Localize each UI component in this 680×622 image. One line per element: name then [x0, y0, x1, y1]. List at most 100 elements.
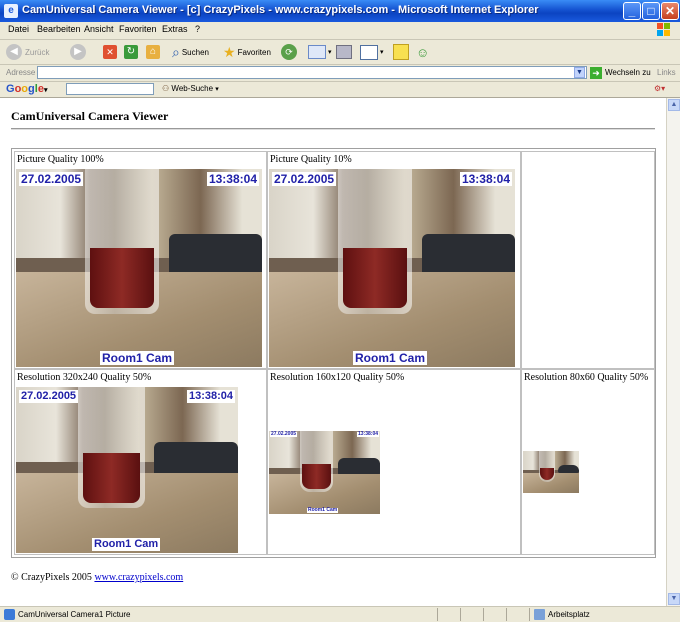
toolbar: ◀ Zurück ▶ ✕ ↻ ⌂ ⌕ Suchen ★ Favoriten ⟳ … — [0, 40, 680, 65]
refresh-button[interactable]: ↻ — [124, 43, 138, 61]
cam-date: 27.02.2005 — [270, 431, 298, 437]
cam-room: Room1 Cam — [307, 507, 339, 513]
forward-arrow-icon: ▶ — [70, 44, 86, 60]
google-search-input[interactable] — [66, 83, 154, 95]
home-icon: ⌂ — [146, 45, 160, 59]
stop-button[interactable]: ✕ — [103, 43, 117, 61]
note-icon — [393, 44, 409, 60]
camera-cell: Resolution 320x240 Quality 50% 27.02.200… — [14, 369, 267, 555]
notes-button[interactable] — [393, 43, 409, 61]
cam-time: 13:38:04 — [186, 390, 235, 403]
address-input[interactable] — [37, 66, 587, 79]
close-button[interactable]: ✕ — [661, 2, 679, 20]
scroll-down-icon[interactable]: ▼ — [668, 593, 680, 605]
camera-cell: Resolution 80x60 Quality 50% — [521, 369, 655, 555]
computer-icon — [534, 609, 545, 620]
go-button[interactable]: Wechseln zu — [605, 68, 651, 77]
forward-button[interactable]: ▶ — [70, 43, 86, 61]
print-icon — [336, 45, 352, 59]
page-content: CamUniversal Camera Viewer Picture Quali… — [0, 98, 666, 606]
ie-icon: e — [4, 4, 18, 18]
maximize-button[interactable]: □ — [642, 2, 660, 20]
status-divider — [483, 608, 484, 621]
back-label: Zurück — [25, 47, 50, 57]
menu-bearbeiten[interactable]: Bearbeiten — [37, 24, 81, 34]
binoculars-icon: ⚇ — [162, 84, 170, 93]
mail-dropdown-icon: ▾ — [328, 49, 332, 56]
page-title: CamUniversal Camera Viewer — [11, 109, 169, 123]
minimize-button[interactable]: _ — [623, 2, 641, 20]
back-button[interactable]: ◀ Zurück — [6, 43, 49, 61]
website-link[interactable]: www.crazypixels.com — [94, 572, 183, 583]
cam-date: 27.02.2005 — [272, 172, 337, 186]
messenger-button[interactable]: ☺ — [416, 43, 429, 61]
camera-cell: Resolution 160x120 Quality 50% 27.02.200… — [267, 369, 521, 555]
web-search-label: Web-Suche — [171, 84, 214, 93]
cam-date: 27.02.2005 — [19, 172, 84, 186]
address-label: Adresse — [6, 68, 36, 77]
edit-dropdown-icon: ▾ — [380, 49, 384, 56]
search-button[interactable]: ⌕ Suchen — [172, 43, 209, 61]
menu-help[interactable]: ? — [195, 24, 200, 34]
camera-table: Picture Quality 100% 27.02.2005 13:38:04… — [11, 148, 656, 558]
address-dropdown-icon[interactable]: ▼ — [574, 67, 585, 78]
back-arrow-icon: ◀ — [6, 44, 22, 60]
camera-cell: Picture Quality 10% 27.02.2005 13:38:04 … — [267, 151, 521, 369]
cell-label: Resolution 320x240 Quality 50% — [17, 372, 152, 383]
browser-window: e CamUniversal Camera Viewer - [c] Crazy… — [0, 0, 680, 622]
stop-icon: ✕ — [103, 45, 117, 59]
google-toolbar: Google▾ ⚇ Web-Suche ▾ ⚙▾ — [0, 82, 680, 98]
empty-cell — [521, 151, 655, 369]
history-button[interactable]: ⟳ — [281, 43, 297, 61]
google-options-icon[interactable]: ⚙▾ — [654, 84, 665, 93]
page-icon — [4, 609, 15, 620]
messenger-icon: ☺ — [416, 44, 430, 60]
window-title: CamUniversal Camera Viewer - [c] CrazyPi… — [22, 4, 539, 16]
history-icon: ⟳ — [281, 44, 297, 60]
camera-cell: Picture Quality 100% 27.02.2005 13:38:04… — [14, 151, 267, 369]
copyright-text: © CrazyPixels 2005 — [11, 572, 92, 583]
cam-room: Room1 Cam — [92, 538, 161, 551]
title-bar[interactable]: e CamUniversal Camera Viewer - [c] Crazy… — [0, 0, 680, 22]
menu-favoriten[interactable]: Favoriten — [119, 24, 157, 34]
go-arrow-icon[interactable]: ➜ — [590, 67, 602, 79]
mail-icon — [308, 45, 326, 59]
web-search-dropdown-icon: ▾ — [215, 86, 219, 93]
edit-icon — [360, 44, 378, 60]
scroll-up-icon[interactable]: ▲ — [668, 99, 680, 111]
mail-button[interactable]: ▾ — [308, 43, 332, 61]
camera-image: 27.02.2005 13:38:04 Room1 Cam — [16, 169, 262, 367]
camera-image: 27.02.2005 13:38:04 Room1 Cam — [269, 169, 515, 367]
star-icon: ★ — [223, 43, 236, 60]
refresh-icon: ↻ — [124, 45, 138, 59]
web-search-button[interactable]: ⚇ Web-Suche ▾ — [162, 84, 219, 93]
menu-extras[interactable]: Extras — [162, 24, 188, 34]
cam-room: Room1 Cam — [100, 351, 175, 365]
cell-label: Resolution 160x120 Quality 50% — [270, 372, 405, 383]
home-button[interactable]: ⌂ — [146, 43, 160, 61]
edit-button[interactable]: ▾ — [360, 43, 384, 61]
google-logo[interactable]: Google▾ — [6, 83, 47, 95]
cell-label: Picture Quality 10% — [270, 154, 352, 165]
status-text: CamUniversal Camera1 Picture — [18, 610, 131, 619]
status-divider — [506, 608, 507, 621]
status-divider — [460, 608, 461, 621]
favorites-button[interactable]: ★ Favoriten — [223, 43, 271, 61]
menu-datei[interactable]: Datei — [8, 24, 29, 34]
search-label: Suchen — [181, 47, 209, 57]
menu-ansicht[interactable]: Ansicht — [84, 24, 114, 34]
cam-time: 13:38:04 — [356, 431, 379, 437]
camera-image — [523, 451, 579, 493]
links-button[interactable]: Links — [657, 68, 676, 77]
cam-time: 13:38:04 — [206, 172, 259, 186]
status-divider — [529, 608, 530, 621]
print-button[interactable] — [336, 43, 352, 61]
cam-time: 13:38:04 — [459, 172, 512, 186]
favorites-label: Favoriten — [237, 47, 271, 57]
camera-image: 27.02.2005 13:38:04 Room1 Cam — [269, 431, 380, 514]
cam-date: 27.02.2005 — [19, 390, 79, 403]
camera-image: 27.02.2005 13:38:04 Room1 Cam — [16, 387, 238, 553]
address-bar: Adresse ▼ ➜ Wechseln zu Links — [0, 65, 680, 82]
vertical-scrollbar[interactable]: ▲ ▼ — [666, 98, 680, 606]
search-icon: ⌕ — [172, 43, 180, 60]
